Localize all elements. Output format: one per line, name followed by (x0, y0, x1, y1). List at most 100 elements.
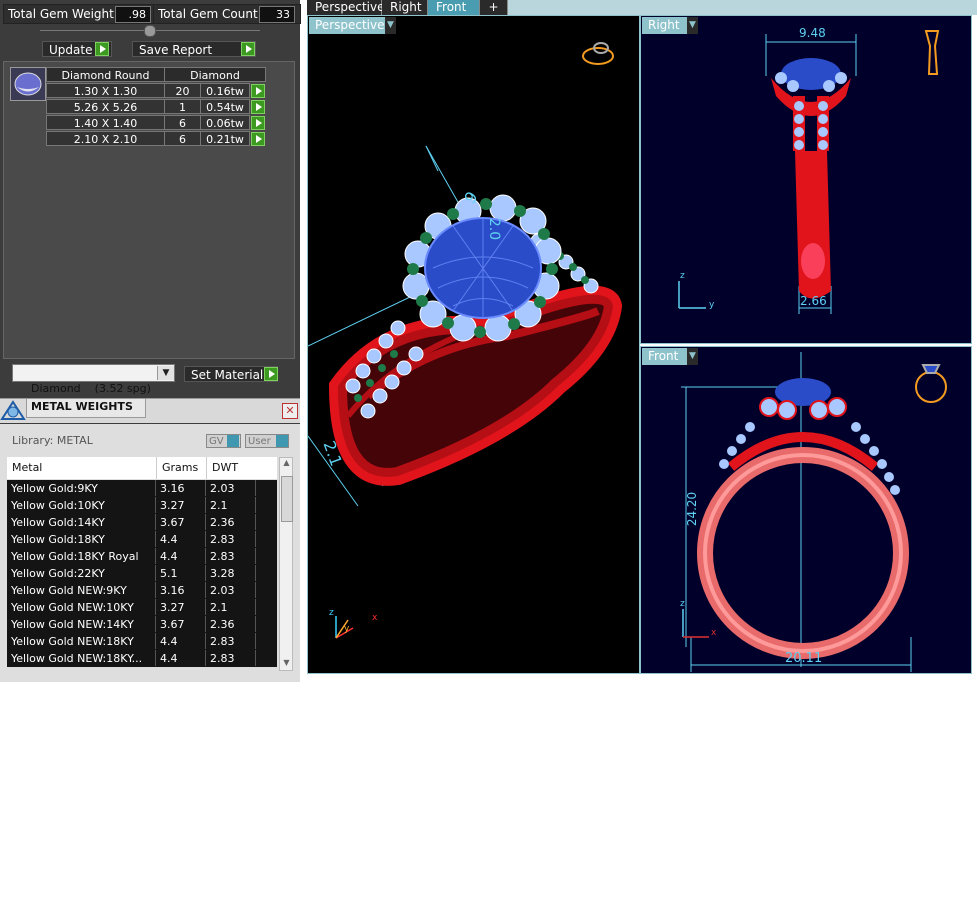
right-dim-width: 9.48 (799, 26, 826, 40)
tab-perspective-label: Perspective (315, 0, 385, 14)
cell-metal: Yellow Gold:22KY (7, 565, 156, 581)
cell-grams: 5.1 (156, 565, 206, 581)
gem-row-count: 20 (164, 83, 201, 98)
chevron-down-icon[interactable]: ▼ (157, 366, 174, 380)
right-axis-z-label: z (680, 271, 685, 281)
cell-dwt: 2.1 (206, 497, 256, 513)
total-gem-count-label: Total Gem Count (158, 7, 258, 21)
gv-label: GV (209, 436, 224, 447)
table-row[interactable]: Yellow Gold NEW:9KY 3.16 2.03 (7, 582, 277, 599)
tab-right[interactable]: Right (382, 0, 428, 15)
axis-z-label: z (329, 608, 334, 618)
metal-weights-panel: Library: METAL GV User Metal Grams DWT Y… (0, 424, 300, 682)
gem-row-go-icon[interactable] (251, 84, 265, 98)
tab-right-label: Right (390, 0, 422, 14)
scroll-up-icon[interactable]: ▲ (281, 458, 292, 470)
cell-grams: 3.27 (156, 599, 206, 615)
gem-row-count: 6 (164, 131, 201, 146)
gem-row-count: 6 (164, 115, 201, 130)
cell-dwt: 2.1 (206, 599, 256, 615)
cell-grams: 3.67 (156, 616, 206, 632)
gem-row-weight: 0.54tw (200, 99, 250, 114)
update-label: Update (49, 43, 93, 57)
gem-row-weight: 0.16tw (200, 83, 250, 98)
table-row[interactable]: Yellow Gold NEW:18KY... 4.4 2.83 (7, 650, 277, 667)
col-grams[interactable]: Grams (156, 457, 198, 479)
gem-row-size: 2.10 X 2.10 (46, 131, 165, 146)
cell-dwt: 2.83 (206, 531, 256, 547)
total-gem-weight-label: Total Gem Weight (8, 7, 114, 21)
table-row[interactable]: Yellow Gold:9KY 3.16 2.03 (7, 480, 277, 497)
right-viewport[interactable]: Right ▼ 9.48 2.66 z y (640, 15, 972, 344)
cell-metal: Yellow Gold:14KY (7, 514, 156, 530)
gem-row-size: 1.30 X 1.30 (46, 83, 165, 98)
gem-row-go-icon[interactable] (251, 132, 265, 146)
table-row[interactable]: Yellow Gold:22KY 5.1 3.28 (7, 565, 277, 582)
cell-metal: Yellow Gold NEW:10KY (7, 599, 156, 615)
diamond-round-icon[interactable] (10, 67, 46, 101)
gem-row-go-icon[interactable] (251, 116, 265, 130)
cell-dwt: 2.83 (206, 650, 256, 666)
table-row[interactable]: Yellow Gold:18KY 4.4 2.83 (7, 531, 277, 548)
gem-row-weight: 0.06tw (200, 115, 250, 130)
table-row[interactable]: Yellow Gold:14KY 3.67 2.36 (7, 514, 277, 531)
table-row[interactable]: Yellow Gold NEW:10KY 3.27 2.1 (7, 599, 277, 616)
cell-metal: Yellow Gold:18KY (7, 531, 156, 547)
table-row[interactable]: Yellow Gold:10KY 3.27 2.1 (7, 497, 277, 514)
cell-grams: 3.67 (156, 514, 206, 530)
metal-weights-title: METAL WEIGHTS (31, 400, 133, 413)
table-row[interactable]: Yellow Gold:18KY Royal 4.4 2.83 (7, 548, 277, 565)
axis-x-label: x (372, 613, 378, 623)
front-viewport[interactable]: Front ▼ 24.20 20.11 z x (640, 346, 972, 674)
material-select-value: Diamond (3.52 spg) (31, 382, 151, 395)
save-report-label: Save Report (139, 43, 213, 57)
tab-bar: Perspective Right Front + (307, 0, 977, 15)
cell-grams: 3.27 (156, 497, 206, 513)
close-icon[interactable]: ✕ (282, 403, 298, 419)
front-dim-height: 24.20 (685, 491, 700, 527)
table-row[interactable]: Yellow Gold NEW:18KY 4.4 2.83 (7, 633, 277, 650)
tab-perspective[interactable]: Perspective (307, 0, 385, 15)
cell-metal: Yellow Gold NEW:18KY... (7, 650, 156, 666)
cell-metal: Yellow Gold NEW:18KY (7, 633, 156, 649)
total-gem-weight-value: .98 (115, 6, 151, 23)
tab-front[interactable]: Front (428, 0, 480, 15)
material-select[interactable]: Diamond (3.52 spg) (12, 364, 175, 395)
cell-dwt: 2.83 (206, 633, 256, 649)
cell-dwt: 2.36 (206, 514, 256, 530)
metal-table-header: Metal Grams DWT (7, 457, 277, 479)
gem-row-go-icon[interactable] (251, 100, 265, 114)
cell-dwt: 2.03 (206, 480, 256, 496)
cell-dwt: 2.83 (206, 548, 256, 564)
set-material-label: Set Material (191, 368, 264, 382)
splitter-handle[interactable] (144, 25, 156, 37)
diamond-icon-svg (14, 72, 42, 96)
save-report-button[interactable]: Save Report (132, 41, 256, 57)
cell-grams: 4.4 (156, 531, 206, 547)
cell-grams: 4.4 (156, 650, 206, 666)
gem-row-weight: 0.21tw (200, 131, 250, 146)
vertical-scrollbar[interactable]: ▲ ▼ (279, 457, 293, 671)
cell-metal: Yellow Gold NEW:14KY (7, 616, 156, 632)
perspective-ring-render (308, 42, 623, 639)
right-dim-thickness: 2.66 (800, 294, 827, 308)
set-material-go-icon[interactable] (264, 367, 278, 381)
cell-grams: 4.4 (156, 548, 206, 564)
save-report-go-icon[interactable] (241, 42, 255, 56)
cell-grams: 3.16 (156, 480, 206, 496)
scroll-thumb[interactable] (281, 476, 293, 522)
update-go-icon[interactable] (95, 42, 109, 56)
scroll-down-icon[interactable]: ▼ (281, 658, 292, 670)
cell-metal: Yellow Gold NEW:9KY (7, 582, 156, 598)
gv-toggle-icon (227, 435, 239, 447)
cell-dwt: 2.03 (206, 582, 256, 598)
perspective-viewport[interactable]: Perspective ▼ 9 2.0 2.1 z y x (307, 15, 640, 674)
col-dwt[interactable]: DWT (206, 457, 238, 479)
front-axis-x-label: x (711, 628, 717, 638)
col-metal[interactable]: Metal (12, 457, 42, 479)
metal-weights-tab[interactable]: METAL WEIGHTS (26, 399, 146, 418)
table-row[interactable]: Yellow Gold NEW:14KY 3.67 2.36 (7, 616, 277, 633)
cell-dwt: 2.36 (206, 616, 256, 632)
perspective-dim-2: 2.0 (486, 217, 503, 241)
add-tab-button[interactable]: + (480, 0, 508, 15)
